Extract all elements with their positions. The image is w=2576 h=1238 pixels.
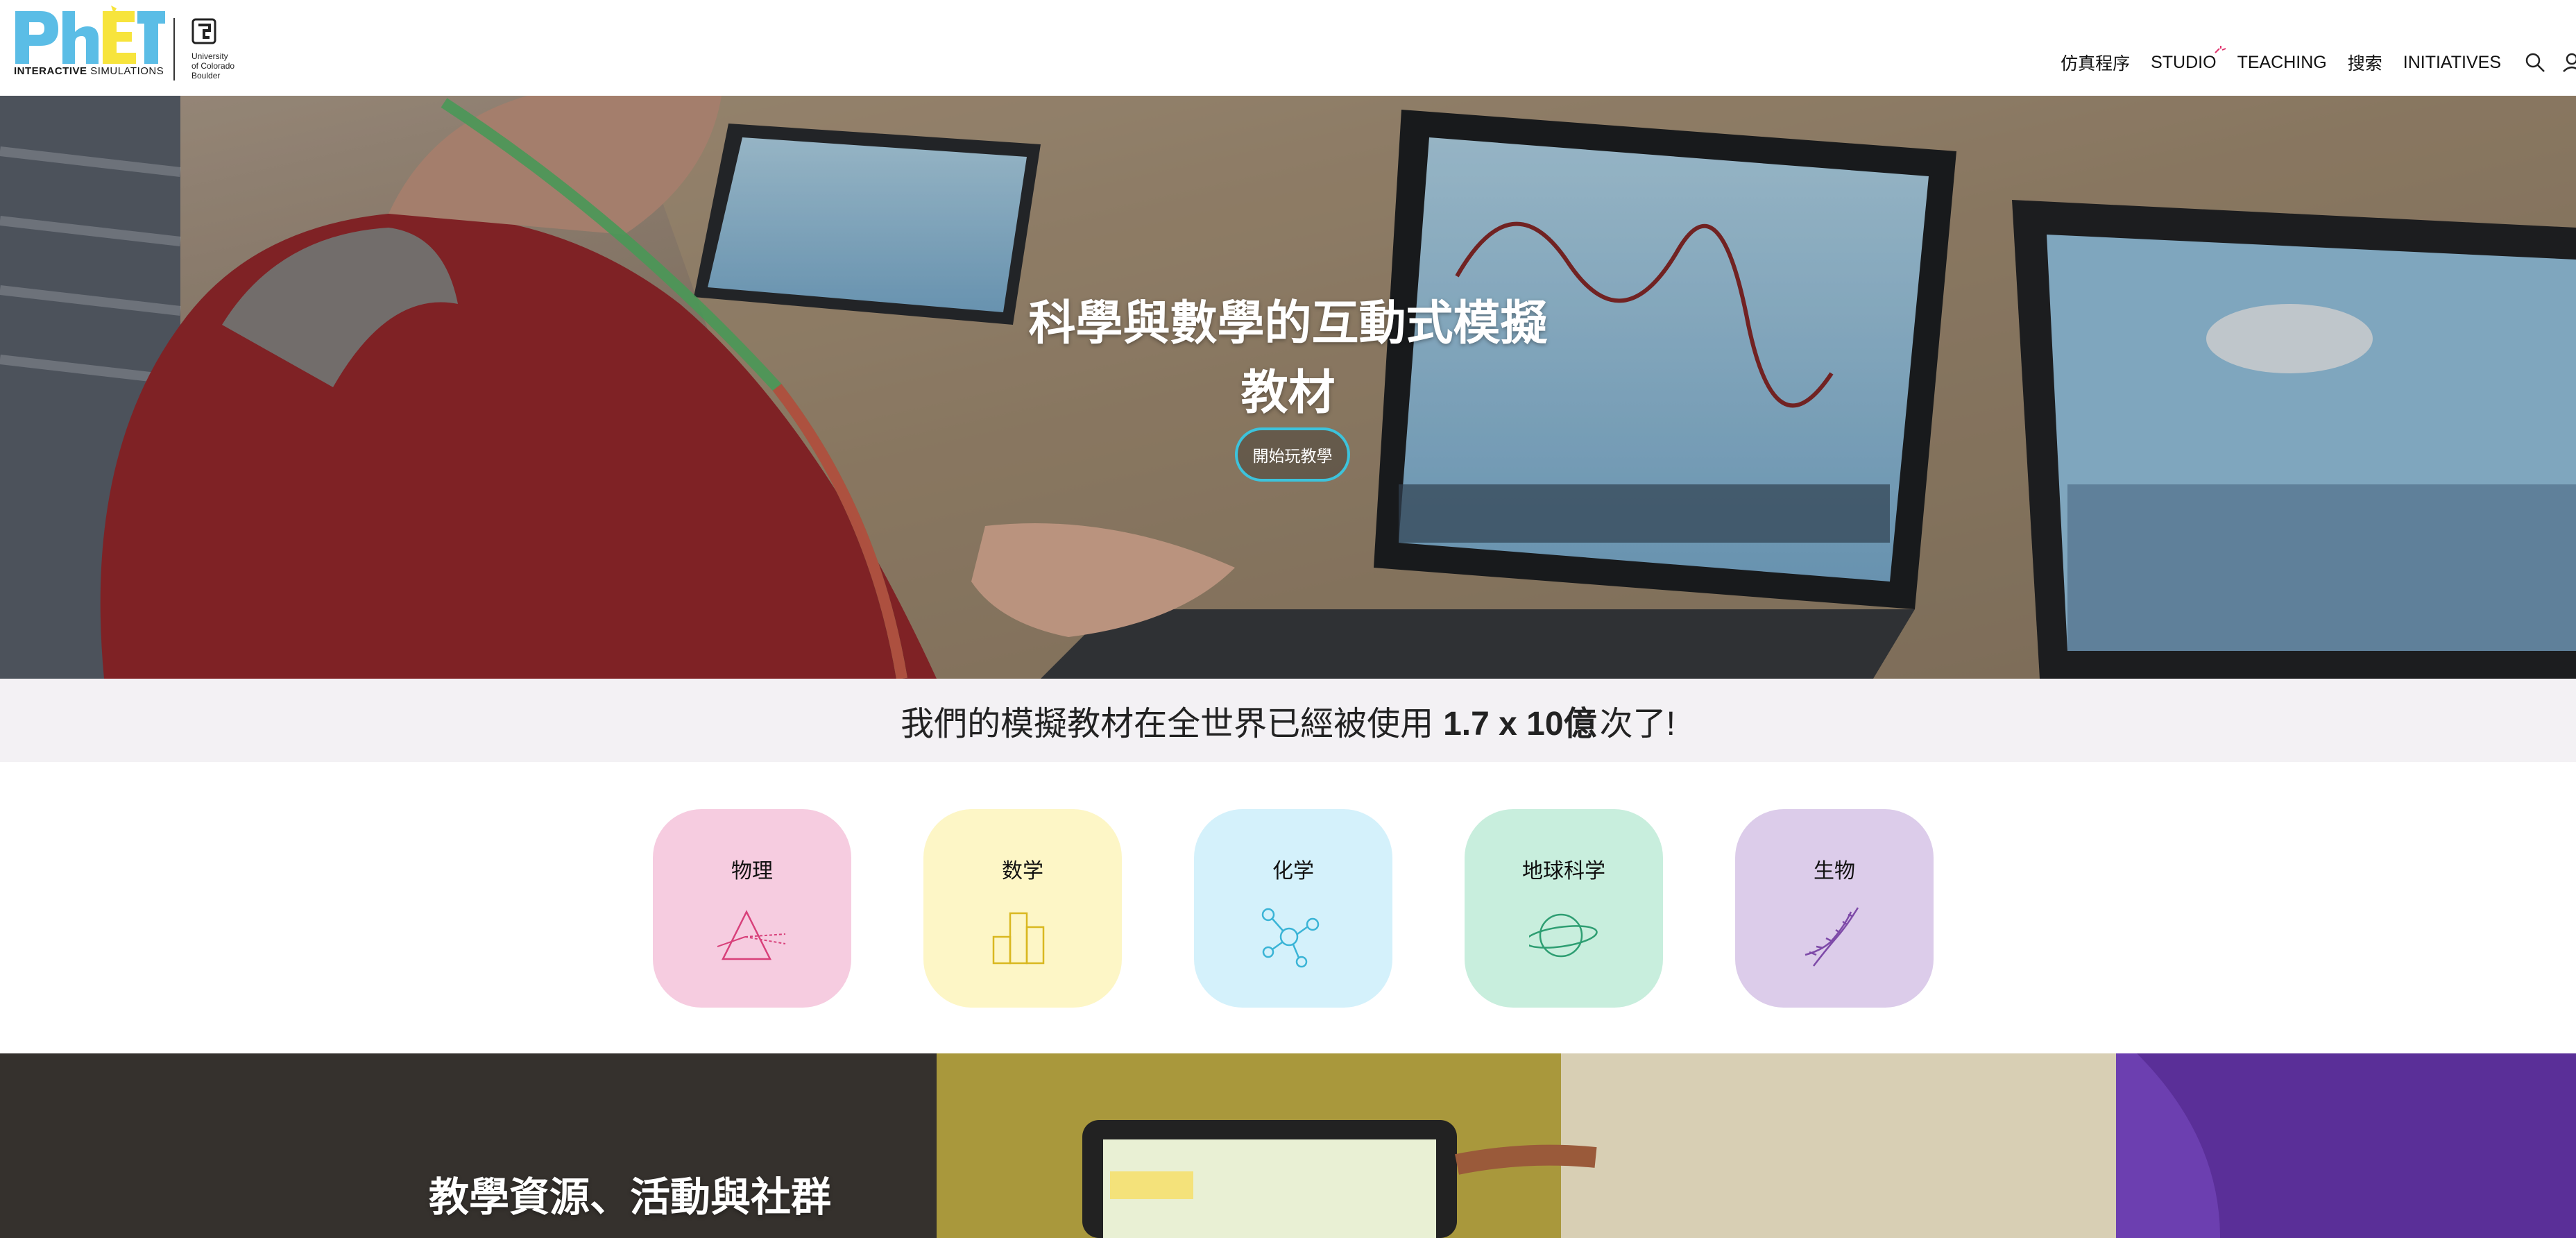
subject-card-chemistry[interactable]: 化学 xyxy=(1194,809,1392,1008)
nav-item-simulations[interactable]: 仿真程序 xyxy=(2061,50,2130,75)
subject-card-label: 地球科学 xyxy=(1522,860,1605,883)
user-icon[interactable] xyxy=(2562,52,2576,73)
nav-item-search[interactable]: 搜索 xyxy=(2348,50,2382,75)
nav-item-studio[interactable]: STUDIO xyxy=(2151,45,2226,73)
subject-card-label: 化学 xyxy=(1272,860,1314,883)
start-teaching-button[interactable]: 開始玩教學 xyxy=(1235,427,1350,482)
hero-banner: 科學與數學的互動式模擬 教材 開始玩教學 xyxy=(0,96,2576,679)
sparkle-icon xyxy=(2214,45,2226,53)
usage-stats-banner: 我們的模擬教材在全世界已經被使用 1.7 x 10億 次了! xyxy=(0,679,2576,762)
site-header: INTERACTIVE SIMULATIONS University of Co… xyxy=(0,0,2576,96)
subject-card-math[interactable]: 数学 xyxy=(923,809,1122,1008)
bar-chart-icon xyxy=(992,912,1045,965)
resources-section: 教學資源、活動與社群 xyxy=(0,1053,2576,1238)
hero-title: 科學與數學的互動式模擬 教材 xyxy=(0,289,2576,427)
nav-item-initiatives[interactable]: INITIATIVES xyxy=(2403,53,2501,73)
resources-background-photo xyxy=(0,1053,2576,1238)
subject-card-label: 生物 xyxy=(1814,860,1855,883)
dna-icon xyxy=(1805,907,1859,967)
planet-icon xyxy=(1529,913,1598,958)
phet-logo[interactable]: INTERACTIVE SIMULATIONS University of Co… xyxy=(12,6,248,80)
logo-subtitle: INTERACTIVE SIMULATIONS xyxy=(14,65,164,77)
cu-boulder-icon xyxy=(191,18,216,44)
subject-card-earth-science[interactable]: 地球科学 xyxy=(1465,809,1663,1008)
stats-number: 1.7 x 10億 xyxy=(1443,706,1597,743)
stats-suffix: 次了! xyxy=(1599,706,1675,743)
subject-card-physics[interactable]: 物理 xyxy=(653,809,851,1008)
subject-card-label: 物理 xyxy=(731,860,773,883)
nav-item-studio-label: STUDIO xyxy=(2151,52,2217,72)
stats-prefix: 我們的模擬教材在全世界已經被使用 xyxy=(901,706,1434,743)
resources-title: 教學資源、活動與社群 xyxy=(429,1175,832,1220)
main-nav: 仿真程序 STUDIO TEACHING 搜索 INITIATIVES xyxy=(2061,45,2576,76)
subject-card-biology[interactable]: 生物 xyxy=(1735,809,1934,1008)
university-name: University of Colorado Boulder xyxy=(191,51,235,80)
logo-divider xyxy=(173,18,175,80)
molecule-icon xyxy=(1261,908,1320,968)
prism-icon xyxy=(717,910,786,960)
search-icon[interactable] xyxy=(2525,52,2545,73)
hero-title-line2: 教材 xyxy=(1240,366,1336,419)
phet-logo-mark xyxy=(15,6,165,64)
nav-item-teaching[interactable]: TEACHING xyxy=(2237,53,2327,73)
hero-title-line1: 科學與數學的互動式模擬 xyxy=(1028,297,1548,350)
subject-card-label: 数学 xyxy=(1002,860,1043,883)
subject-categories: 物理 数学 化学 地球科学 生物 xyxy=(0,762,2576,1053)
